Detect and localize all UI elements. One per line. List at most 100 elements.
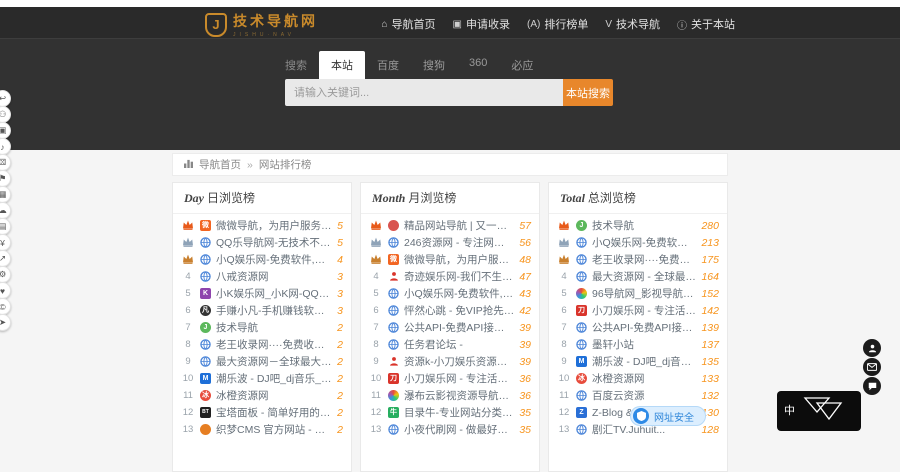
gear-icon[interactable]: ⚙ [0, 266, 11, 283]
chart-icon[interactable]: ↗ [0, 250, 11, 267]
user-button[interactable] [863, 339, 881, 357]
site-link[interactable]: 冰橙资源网 [216, 388, 332, 403]
search-input[interactable] [285, 79, 563, 106]
rank-row[interactable]: 7公共API-免费API接口调用平台39 [361, 319, 539, 336]
site-link[interactable]: 八戒资源网 [216, 269, 332, 284]
cloud-icon[interactable]: ☁ [0, 202, 11, 219]
site-link[interactable]: 最大资源网－全球最大在线电影资源网站 [216, 354, 332, 369]
site-link[interactable]: 最大资源网 - 全球最大在线电影资源... [592, 269, 696, 284]
site-link[interactable]: 96导航网_影视导航网_1996dy.cn [592, 286, 696, 301]
site-link[interactable]: 小Q娱乐网-免费软件,活动,辅助,教程... [592, 235, 696, 250]
site-link[interactable]: 潮乐波 - DJ吧_dj音乐_劲爆dj音乐_好... [592, 354, 696, 369]
rank-row[interactable]: 12牛目录牛-专业网站分类目录网址导航_免...35 [361, 404, 539, 421]
site-link[interactable]: 织梦CMS 官方网站 - 内容管理系统 - 上... [216, 422, 332, 437]
site-link[interactable]: 瀑布云影视资源导航网 - 网络资源安卓... [404, 388, 514, 403]
music-icon[interactable]: ♪ [0, 138, 11, 155]
rank-row[interactable]: 4八戒资源网3 [173, 268, 351, 285]
site-link[interactable]: 小刀娱乐网 - 专注活动、软件、教程... [592, 303, 696, 318]
site-link[interactable]: 老王收录网····免费收录各种网站，SE... [592, 252, 696, 267]
site-link[interactable]: 宝塔面板 - 简单好用的Linux/Windows... [216, 405, 332, 420]
rank-row[interactable]: 8任务君论坛 -39 [361, 336, 539, 353]
rank-row[interactable]: 微微微导航，为用户服务的目录网站48 [361, 251, 539, 268]
site-link[interactable]: 百度云资源 [592, 388, 696, 403]
dice-icon[interactable]: ⚄ [0, 154, 11, 171]
rank-row[interactable]: 10M潮乐波 - DJ吧_dj音乐_劲爆dj音乐_好听...2 [173, 370, 351, 387]
site-link[interactable]: 精品网站导航 | 又一个WordPress站点 [404, 218, 514, 233]
rank-row[interactable]: 246资源网 - 专注网络资源快速下载56 [361, 234, 539, 251]
search-engine-tab-2[interactable]: 百度 [365, 51, 411, 79]
rank-row[interactable]: 9M潮乐波 - DJ吧_dj音乐_劲爆dj音乐_好...135 [549, 353, 727, 370]
site-link[interactable]: 技术导航 [592, 218, 696, 233]
site-link[interactable]: 微微导航，为用户服务的目录网站 [404, 252, 514, 267]
site-link[interactable]: 小Q娱乐网-免费软件,活动,辅助,教程分... [404, 286, 514, 301]
nav-apply[interactable]: ▣申请收录 [453, 16, 510, 32]
rank-row[interactable]: 小Q娱乐网-免费软件,活动,辅助,教程分享...4 [173, 251, 351, 268]
site-link[interactable]: 小K娱乐网_小K网-QQ活动_资源分享-源... [216, 286, 332, 301]
site-link[interactable]: 手赚小凡-手机赚钱软件下载平台，教你... [216, 303, 332, 318]
flag-icon[interactable]: ⚑ [0, 170, 11, 187]
rank-row[interactable]: 6凡手赚小凡-手机赚钱软件下载平台，教你...3 [173, 302, 351, 319]
security-badge[interactable]: 网址安全 [630, 406, 706, 426]
nav-home[interactable]: ⌂导航首页 [381, 16, 435, 32]
heart-icon[interactable]: ♥ [0, 282, 11, 299]
mail-button[interactable] [863, 358, 881, 376]
video-icon[interactable]: ▣ [0, 122, 11, 139]
rank-row[interactable]: 13织梦CMS 官方网站 - 内容管理系统 - 上...2 [173, 421, 351, 438]
site-link[interactable]: 小刀娱乐网 - 专注活动、软件、教程分... [404, 371, 514, 386]
site-link[interactable]: 小Q娱乐网-免费软件,活动,辅助,教程分享... [216, 252, 332, 267]
site-link[interactable]: QQ乐导航网-无技术不导航学习技术首选... [216, 235, 332, 250]
search-engine-tab-1[interactable]: 本站 [319, 51, 365, 79]
search-engine-tab-4[interactable]: 360 [457, 51, 499, 79]
grid-icon[interactable]: ▦ [0, 186, 11, 203]
nav-tech[interactable]: V技术导航 [605, 16, 660, 32]
search-engine-tab-3[interactable]: 搜狗 [411, 51, 457, 79]
site-link[interactable]: 任务君论坛 - [404, 337, 514, 352]
site-link[interactable]: 怦然心跳 - 免VIP抢先观看最新好看的... [404, 303, 514, 318]
rank-row[interactable]: 7公共API-免费API接口调用平台139 [549, 319, 727, 336]
site-link[interactable]: 微微导航，为用户服务的目录网站 [216, 218, 332, 233]
rank-row[interactable]: 小Q娱乐网-免费软件,活动,辅助,教程...213 [549, 234, 727, 251]
nav-rank[interactable]: (A)排行榜单 [527, 16, 588, 32]
search-engine-tab-5[interactable]: 必应 [499, 51, 545, 79]
site-link[interactable]: 老王收录网····免费收录各种网站，SEO... [216, 337, 332, 352]
rank-row[interactable]: 8墨轩小站137 [549, 336, 727, 353]
site-link[interactable]: 冰橙资源网 [592, 371, 696, 386]
rank-row[interactable]: 4奇迹娱乐网-我们不生产资源,我们只是...47 [361, 268, 539, 285]
rank-row[interactable]: 微微微导航，为用户服务的目录网站5 [173, 217, 351, 234]
site-link[interactable]: 墨轩小站 [592, 337, 696, 352]
file-icon[interactable]: ▤ [0, 218, 11, 235]
corner-widget[interactable]: 中 [777, 391, 861, 431]
breadcrumb-home[interactable]: 导航首页 [199, 157, 241, 172]
site-link[interactable]: 目录牛-专业网站分类目录网址导航_免... [404, 405, 514, 420]
site-link[interactable]: 潮乐波 - DJ吧_dj音乐_劲爆dj音乐_好听... [216, 371, 332, 386]
rank-row[interactable]: QQ乐导航网-无技术不导航学习技术首选...5 [173, 234, 351, 251]
copyright-icon[interactable]: © [0, 298, 11, 315]
rank-row[interactable]: 9资源k-小刀娱乐资源免费分享_qq技术...39 [361, 353, 539, 370]
nav-about[interactable]: ⓘ关于本站 [677, 16, 735, 32]
rank-row[interactable]: 9最大资源网－全球最大在线电影资源网站2 [173, 353, 351, 370]
rank-row[interactable]: 12BT宝塔面板 - 简单好用的Linux/Windows...2 [173, 404, 351, 421]
rank-row[interactable]: 10冰冰橙资源网133 [549, 370, 727, 387]
site-search-button[interactable]: 本站搜索 [563, 79, 613, 106]
rank-row[interactable]: 10刀小刀娱乐网 - 专注活动、软件、教程分...36 [361, 370, 539, 387]
rank-row[interactable]: 11冰冰橙资源网2 [173, 387, 351, 404]
rank-row[interactable]: 8老王收录网····免费收录各种网站，SEO...2 [173, 336, 351, 353]
send-icon[interactable]: ➤ [0, 314, 11, 331]
rank-row[interactable]: 11百度云资源132 [549, 387, 727, 404]
rank-row[interactable]: J技术导航280 [549, 217, 727, 234]
site-link[interactable]: 奇迹娱乐网-我们不生产资源,我们只是... [404, 269, 514, 284]
rank-row[interactable]: 5小Q娱乐网-免费软件,活动,辅助,教程分...43 [361, 285, 539, 302]
rank-row[interactable]: 老王收录网····免费收录各种网站，SE...175 [549, 251, 727, 268]
back-icon[interactable]: ↩ [0, 90, 11, 107]
rank-row[interactable]: 7J技术导航2 [173, 319, 351, 336]
rank-row[interactable]: 5K小K娱乐网_小K网-QQ活动_资源分享-源...3 [173, 285, 351, 302]
rank-row[interactable]: 6怦然心跳 - 免VIP抢先观看最新好看的...42 [361, 302, 539, 319]
rank-row[interactable]: 4最大资源网 - 全球最大在线电影资源...164 [549, 268, 727, 285]
rank-row[interactable]: 13小夜代刷网 - 做最好的代刷网35 [361, 421, 539, 438]
chat-button[interactable] [863, 377, 881, 395]
site-link[interactable]: 246资源网 - 专注网络资源快速下载 [404, 235, 514, 250]
rank-row[interactable]: 11瀑布云影视资源导航网 - 网络资源安卓...36 [361, 387, 539, 404]
site-link[interactable]: 小夜代刷网 - 做最好的代刷网 [404, 422, 514, 437]
rank-row[interactable]: 6刀小刀娱乐网 - 专注活动、软件、教程...142 [549, 302, 727, 319]
yen-icon[interactable]: ¥ [0, 234, 11, 251]
